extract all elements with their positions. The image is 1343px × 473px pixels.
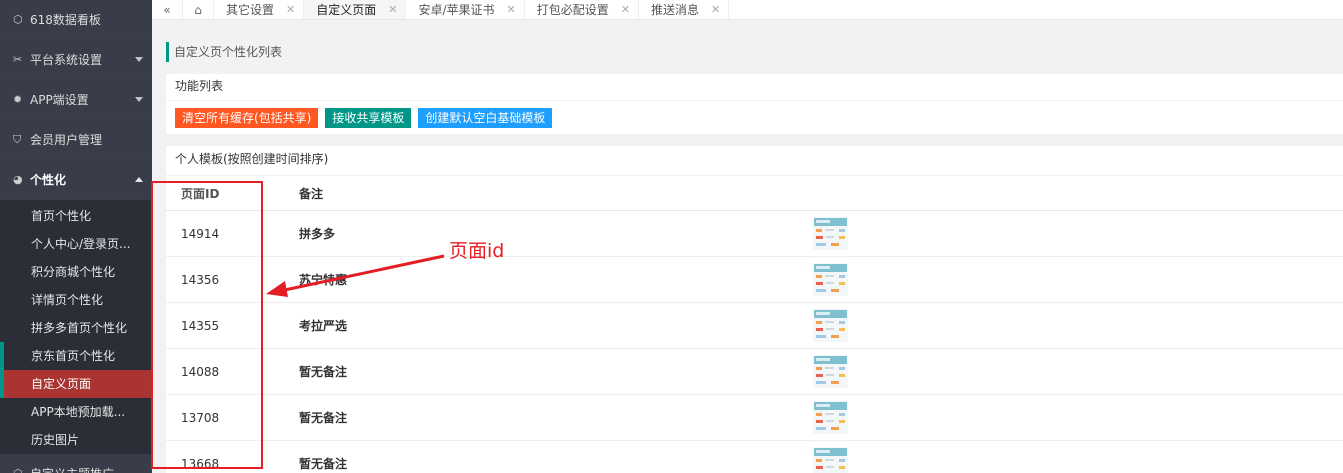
nav-label: 个性化 xyxy=(30,173,67,187)
template-thumbnail[interactable] xyxy=(813,401,848,434)
tab-packaging-settings[interactable]: 打包必配设置 ✕ xyxy=(525,0,639,19)
function-card: 功能列表 清空所有缓存(包括共享) 接收共享模板 创建默认空白基础模板 xyxy=(166,74,1343,134)
row-note: 暂无备注 xyxy=(299,411,348,425)
tab-custom-page[interactable]: 自定义页面 ✕ xyxy=(304,0,407,19)
receive-shared-template-button[interactable]: 接收共享模板 xyxy=(325,108,412,128)
table-row: 14355 考拉严选 xyxy=(166,303,1343,349)
tab-label: 推送消息 xyxy=(650,3,699,17)
tab-bar: « ⌂ 其它设置 ✕ 自定义页面 ✕ 安卓/苹果证书 ✕ 打包必配设置 ✕ 推送… xyxy=(152,0,1343,20)
layers-icon: ⬡ xyxy=(13,467,27,473)
subnav-label: 个人中心/登录页... xyxy=(31,237,131,251)
subnav-label: 详情页个性化 xyxy=(31,293,104,307)
row-note: 暂无备注 xyxy=(299,365,348,379)
function-card-title: 功能列表 xyxy=(166,74,1343,101)
palette-icon: ◕ xyxy=(13,173,23,186)
nav-label: 会员用户管理 xyxy=(30,133,103,147)
nav-label: 618数据看板 xyxy=(30,13,101,27)
subnav-label: APP本地预加载... xyxy=(31,405,126,419)
subnav-home-personalization[interactable]: 首页个性化 xyxy=(0,202,152,230)
nav-label: 自定义主题推广 xyxy=(30,465,114,473)
subnav-history-images[interactable]: 历史图片 xyxy=(0,426,152,454)
subnav-label: 历史图片 xyxy=(31,433,80,447)
subnav-profile-login[interactable]: 个人中心/登录页... xyxy=(0,230,152,258)
close-icon[interactable]: ✕ xyxy=(507,3,516,16)
row-note: 拼多多 xyxy=(299,227,336,241)
collapse-sidebar-button[interactable]: « xyxy=(152,0,183,19)
subnav-app-preload[interactable]: APP本地预加载... xyxy=(0,398,152,426)
close-icon[interactable]: ✕ xyxy=(711,3,720,16)
close-icon[interactable]: ✕ xyxy=(621,3,630,16)
subnav-label: 京东首页个性化 xyxy=(31,349,116,363)
nav-label: APP端设置 xyxy=(30,93,89,107)
row-note: 考拉严选 xyxy=(299,319,348,333)
template-thumbnail[interactable] xyxy=(813,447,848,473)
sidebar: ⬡ 618数据看板 ✂ 平台系统设置 ✹ APP端设置 ⛉ 会员用户管理 ◕ 个… xyxy=(0,0,152,473)
nav-data-dashboard[interactable]: ⬡ 618数据看板 xyxy=(0,0,152,40)
chevron-down-icon xyxy=(135,97,143,102)
subnav-label: 首页个性化 xyxy=(31,209,92,223)
tab-label: 其它设置 xyxy=(226,3,275,17)
table-header: 页面ID 备注 xyxy=(166,176,1343,211)
subnav-points-mall[interactable]: 积分商城个性化 xyxy=(0,258,152,286)
nav-platform-settings[interactable]: ✂ 平台系统设置 xyxy=(0,40,152,80)
shield-icon: ⛉ xyxy=(13,132,22,146)
double-chevron-left-icon: « xyxy=(163,2,171,17)
template-thumbnail[interactable] xyxy=(813,309,848,342)
tab-label: 打包必配设置 xyxy=(536,3,609,17)
tab-certificates[interactable]: 安卓/苹果证书 ✕ xyxy=(406,0,525,19)
chevron-down-icon xyxy=(135,57,143,62)
annotation-highlight-box xyxy=(151,181,263,469)
create-blank-template-button[interactable]: 创建默认空白基础模板 xyxy=(418,108,553,128)
chevron-up-icon xyxy=(135,177,143,182)
template-thumbnail[interactable] xyxy=(813,263,848,296)
nav-app-settings[interactable]: ✹ APP端设置 xyxy=(0,80,152,120)
subnav-pdd-home[interactable]: 拼多多首页个性化 xyxy=(0,314,152,342)
tab-other-settings[interactable]: 其它设置 ✕ xyxy=(214,0,305,19)
row-note: 暂无备注 xyxy=(299,457,348,471)
home-icon: ⌂ xyxy=(194,2,202,17)
template-list-card: 个人模板(按照创建时间排序) 页面ID 备注 14914 拼多多 14356 苏宁特惠… xyxy=(166,146,1343,473)
tab-label: 安卓/苹果证书 xyxy=(418,3,495,17)
table-row: 13668 暂无备注 xyxy=(166,441,1343,473)
close-icon[interactable]: ✕ xyxy=(286,3,295,16)
main-content: 自定义页个性化列表 功能列表 清空所有缓存(包括共享) 接收共享模板 创建默认空… xyxy=(152,20,1343,473)
nav-member-management[interactable]: ⛉ 会员用户管理 xyxy=(0,120,152,160)
annotation-label: 页面id xyxy=(449,240,505,262)
subnav-label: 积分商城个性化 xyxy=(31,265,116,279)
column-header-note: 备注 xyxy=(299,186,324,201)
gear-icon: ✹ xyxy=(13,93,23,106)
page-title: 自定义页个性化列表 xyxy=(166,42,282,62)
subnav-jd-home[interactable]: 京东首页个性化 xyxy=(0,342,152,370)
subnav-detail-page[interactable]: 详情页个性化 xyxy=(0,286,152,314)
nav-custom-theme[interactable]: ⬡ 自定义主题推广 xyxy=(0,454,152,473)
clear-cache-button[interactable]: 清空所有缓存(包括共享) xyxy=(175,108,319,128)
tab-label: 自定义页面 xyxy=(316,3,377,17)
nav-personalization[interactable]: ◕ 个性化 xyxy=(0,160,152,200)
nav-label: 平台系统设置 xyxy=(30,53,103,67)
tab-push-messages[interactable]: 推送消息 ✕ xyxy=(639,0,730,19)
function-buttons: 清空所有缓存(包括共享) 接收共享模板 创建默认空白基础模板 xyxy=(166,101,1343,128)
annotation-arrow xyxy=(266,254,445,297)
cube-icon: ⬡ xyxy=(13,13,23,26)
table-row: 14088 暂无备注 xyxy=(166,349,1343,395)
template-thumbnail[interactable] xyxy=(813,217,848,250)
close-icon[interactable]: ✕ xyxy=(388,3,397,16)
subnav-custom-page[interactable]: 自定义页面 xyxy=(0,370,152,398)
personalization-submenu: 首页个性化 个人中心/登录页... 积分商城个性化 详情页个性化 拼多多首页个性… xyxy=(0,200,152,454)
home-tab[interactable]: ⌂ xyxy=(183,0,214,19)
table-row: 13708 暂无备注 xyxy=(166,395,1343,441)
template-thumbnail[interactable] xyxy=(813,355,848,388)
tools-icon: ✂ xyxy=(13,53,23,66)
subnav-label: 拼多多首页个性化 xyxy=(31,321,128,335)
template-list-title: 个人模板(按照创建时间排序) xyxy=(166,146,1343,176)
subnav-label: 自定义页面 xyxy=(31,377,92,391)
